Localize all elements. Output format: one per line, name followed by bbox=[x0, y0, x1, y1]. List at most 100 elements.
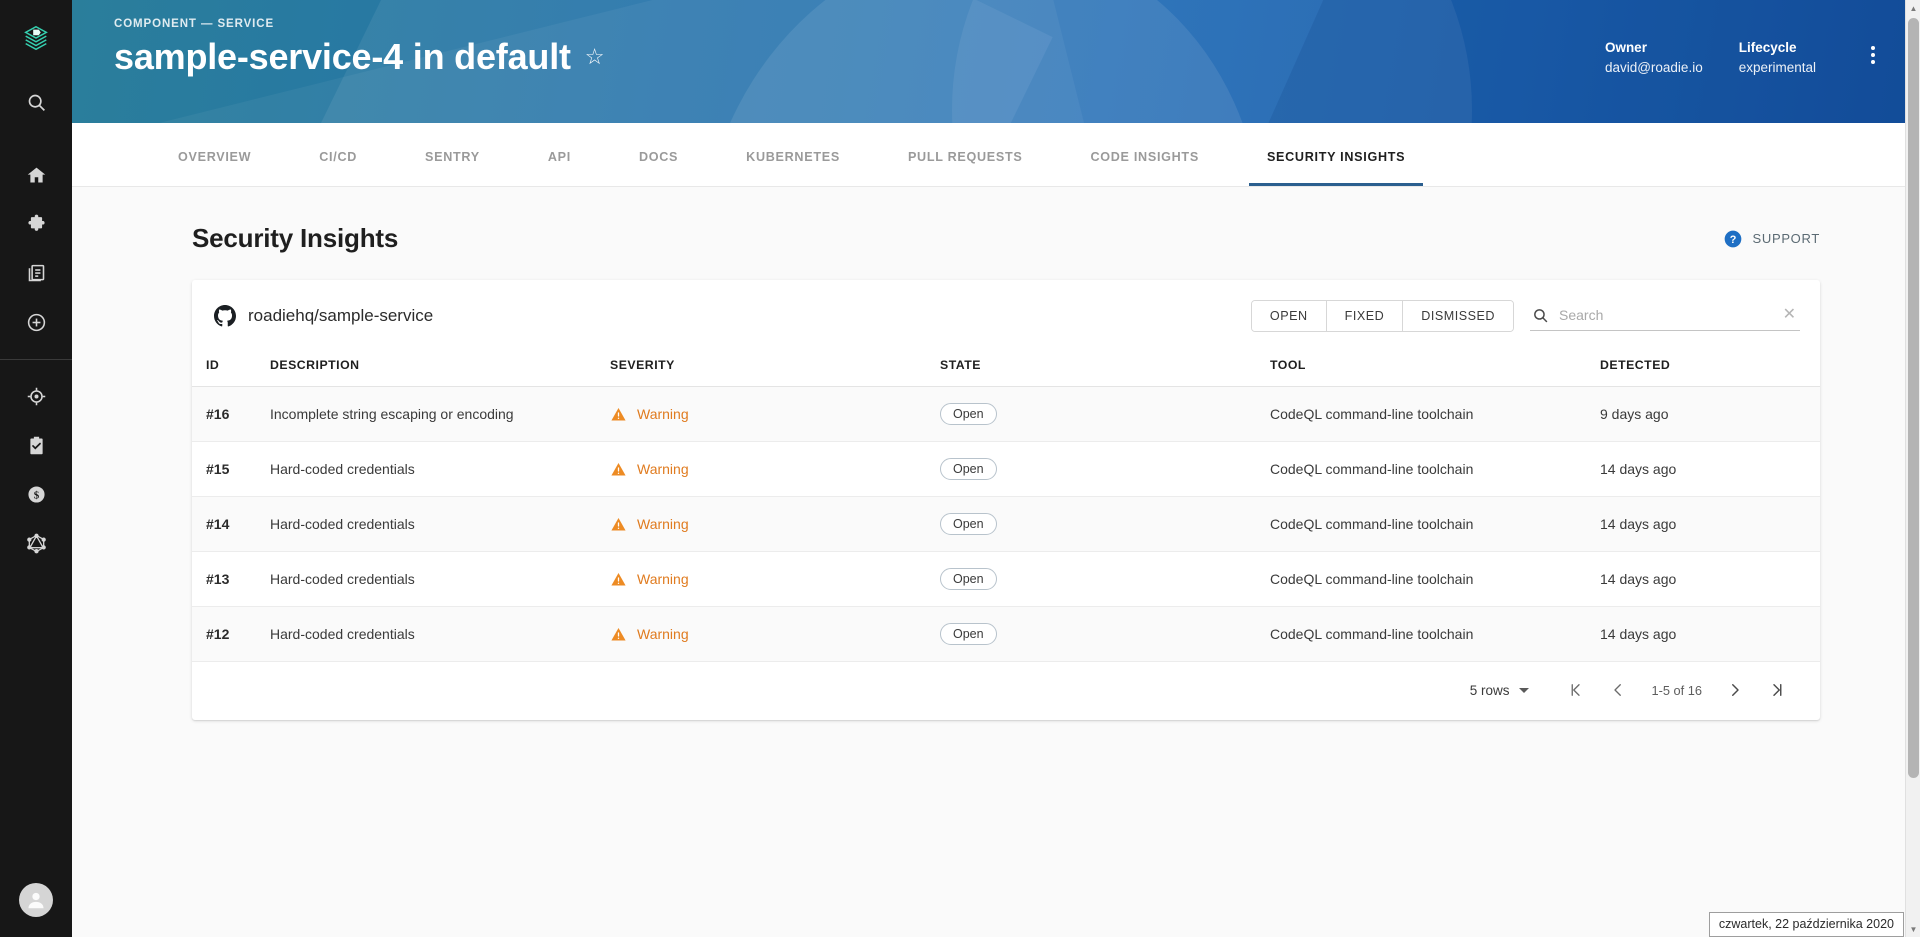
status-badge: Open bbox=[940, 458, 997, 480]
table-row[interactable]: #14 Hard-coded credentials Warning Open … bbox=[192, 496, 1820, 552]
table-row[interactable]: #13 Hard-coded credentials Warning Open … bbox=[192, 551, 1820, 607]
plus-circle-icon[interactable] bbox=[14, 300, 58, 344]
col-header-tool: TOOL bbox=[1270, 352, 1600, 387]
github-icon bbox=[214, 305, 236, 327]
roadie-stack-logo[interactable] bbox=[16, 18, 56, 58]
target-icon[interactable] bbox=[14, 374, 58, 418]
cell-severity: Warning bbox=[610, 551, 940, 607]
support-button[interactable]: ? SUPPORT bbox=[1723, 229, 1820, 249]
search-icon[interactable] bbox=[14, 80, 58, 124]
repo-name: roadiehq/sample-service bbox=[248, 306, 434, 325]
cell-severity: Warning bbox=[610, 496, 940, 552]
table-body: #16 Incomplete string escaping or encodi… bbox=[192, 386, 1820, 662]
table-row[interactable]: #16 Incomplete string escaping or encodi… bbox=[192, 386, 1820, 442]
cell-tool: CodeQL command-line toolchain bbox=[1270, 606, 1600, 662]
cell-detected: 14 days ago bbox=[1600, 606, 1820, 662]
star-outline-icon[interactable]: ☆ bbox=[585, 46, 605, 68]
vertical-scrollbar[interactable]: ▲ ▼ bbox=[1905, 0, 1920, 937]
scroll-down-arrow-icon[interactable]: ▼ bbox=[1906, 921, 1920, 937]
cell-detected: 14 days ago bbox=[1600, 441, 1820, 497]
tab-code-insights[interactable]: CODE INSIGHTS bbox=[1084, 150, 1204, 186]
status-badge: Open bbox=[940, 513, 997, 535]
svg-text:$: $ bbox=[33, 489, 39, 501]
prev-page-icon[interactable] bbox=[1597, 673, 1639, 707]
cell-description: Hard-coded credentials bbox=[270, 441, 610, 497]
severity-label: Warning bbox=[637, 461, 689, 477]
page-title: sample-service-4 in default bbox=[114, 36, 571, 77]
col-header-state: STATE bbox=[940, 352, 1270, 387]
warning-triangle-icon bbox=[611, 462, 626, 475]
state-filter-group: OPEN FIXED DISMISSED bbox=[1250, 300, 1514, 332]
page-title-row: sample-service-4 in default ☆ bbox=[114, 36, 605, 78]
tab-security-insights[interactable]: SECURITY INSIGHTS bbox=[1248, 150, 1424, 186]
status-badge: Open bbox=[940, 403, 997, 425]
cell-detected: 9 days ago bbox=[1600, 386, 1820, 442]
cell-description: Incomplete string escaping or encoding bbox=[270, 386, 610, 442]
cell-id: #12 bbox=[192, 606, 270, 662]
clipboard-check-icon[interactable] bbox=[14, 423, 58, 467]
tab-docs[interactable]: DOCS bbox=[633, 150, 684, 186]
cell-severity: Warning bbox=[610, 441, 940, 497]
table-row[interactable]: #12 Hard-coded credentials Warning Open … bbox=[192, 606, 1820, 662]
tab-cicd[interactable]: CI/CD bbox=[313, 150, 363, 186]
cell-id: #13 bbox=[192, 551, 270, 607]
puzzle-icon[interactable] bbox=[14, 202, 58, 246]
cell-description: Hard-coded credentials bbox=[270, 496, 610, 552]
svg-text:?: ? bbox=[1730, 234, 1737, 246]
owner-label: Owner bbox=[1604, 40, 1647, 55]
col-header-severity: SEVERITY bbox=[610, 352, 940, 387]
cell-description: Hard-coded credentials bbox=[270, 551, 610, 607]
table-row[interactable]: #15 Hard-coded credentials Warning Open … bbox=[192, 441, 1820, 497]
cell-detected: 14 days ago bbox=[1600, 551, 1820, 607]
toolbar-right: OPEN FIXED DISMISSED ✕ bbox=[1250, 300, 1800, 332]
severity-label: Warning bbox=[637, 516, 689, 532]
docs-icon[interactable] bbox=[14, 251, 58, 295]
cell-state: Open bbox=[940, 441, 1270, 497]
sidebar-divider bbox=[0, 359, 72, 360]
scrollbar-thumb[interactable] bbox=[1908, 18, 1919, 778]
header-shape-3 bbox=[952, 0, 1472, 123]
home-icon[interactable] bbox=[14, 153, 58, 197]
first-page-icon[interactable] bbox=[1555, 673, 1597, 707]
lifecycle-value: experimental bbox=[1738, 60, 1816, 76]
search-input[interactable] bbox=[1559, 307, 1771, 323]
entity-tabs: OVERVIEW CI/CD SENTRY API DOCS KUBERNETE… bbox=[72, 123, 1920, 187]
last-page-icon[interactable] bbox=[1756, 673, 1798, 707]
search-icon bbox=[1534, 308, 1548, 322]
security-insights-card: roadiehq/sample-service OPEN FIXED DISMI… bbox=[192, 280, 1820, 720]
header-meta: Owner david@roadie.io Lifecycle experime… bbox=[1605, 38, 1886, 79]
close-icon[interactable]: ✕ bbox=[1781, 307, 1798, 323]
cell-severity: Warning bbox=[610, 386, 940, 442]
header-field-owner: Owner david@roadie.io bbox=[1605, 38, 1703, 79]
scroll-up-arrow-icon[interactable]: ▲ bbox=[1906, 0, 1920, 16]
filter-open-button[interactable]: OPEN bbox=[1251, 301, 1327, 331]
severity-label: Warning bbox=[637, 571, 689, 587]
next-page-icon[interactable] bbox=[1714, 673, 1756, 707]
avatar[interactable] bbox=[19, 883, 53, 917]
support-label: SUPPORT bbox=[1752, 231, 1820, 246]
table-pagination: 5 rows 1-5 of 16 bbox=[192, 662, 1820, 720]
filter-fixed-button[interactable]: FIXED bbox=[1326, 301, 1404, 331]
cell-id: #14 bbox=[192, 496, 270, 552]
content-page-title: Security Insights bbox=[192, 223, 399, 253]
status-tooltip: czwartek, 22 października 2020 bbox=[1708, 912, 1904, 937]
rows-per-page-select[interactable]: 5 rows bbox=[1470, 683, 1530, 698]
graphql-icon[interactable] bbox=[14, 521, 58, 565]
tab-kubernetes[interactable]: KUBERNETES bbox=[740, 150, 846, 186]
header-left: COMPONENT — SERVICE sample-service-4 in … bbox=[114, 0, 605, 78]
filter-dismissed-button[interactable]: DISMISSED bbox=[1403, 301, 1513, 331]
pagination-range: 1-5 of 16 bbox=[1651, 682, 1702, 698]
warning-triangle-icon bbox=[611, 627, 626, 640]
tab-api[interactable]: API bbox=[542, 150, 577, 186]
kebab-menu-icon[interactable] bbox=[1860, 38, 1886, 72]
col-header-description: DESCRIPTION bbox=[270, 352, 610, 387]
tab-pull-requests[interactable]: PULL REQUESTS bbox=[902, 150, 1029, 186]
severity-label: Warning bbox=[637, 406, 689, 422]
table-header-row: ID DESCRIPTION SEVERITY STATE TOOL DETEC… bbox=[192, 352, 1820, 387]
status-badge: Open bbox=[940, 568, 997, 590]
tab-sentry[interactable]: SENTRY bbox=[419, 150, 486, 186]
col-header-id: ID bbox=[192, 352, 270, 387]
dollar-circle-icon[interactable]: $ bbox=[14, 472, 58, 516]
tab-overview[interactable]: OVERVIEW bbox=[172, 150, 257, 186]
cell-tool: CodeQL command-line toolchain bbox=[1270, 551, 1600, 607]
